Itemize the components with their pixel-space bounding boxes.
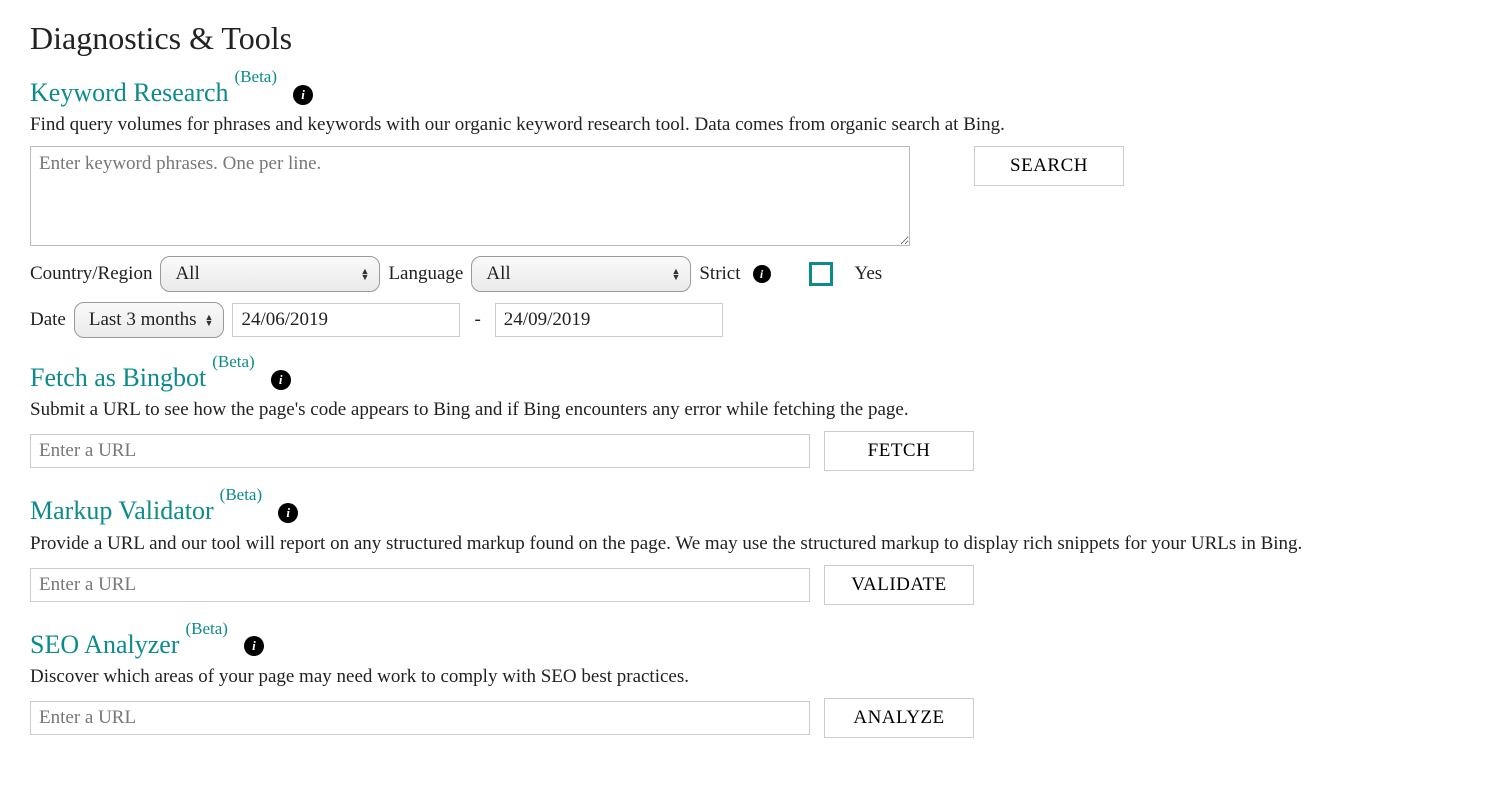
info-icon[interactable]: i: [271, 370, 291, 390]
date-range-dash: -: [468, 309, 486, 331]
stepper-icon: ▲▼: [361, 268, 370, 280]
stepper-icon: ▲▼: [671, 268, 680, 280]
fetch-bingbot-title[interactable]: Fetch as Bingbot: [30, 362, 206, 393]
keyword-research-desc: Find query volumes for phrases and keywo…: [30, 114, 1470, 136]
date-range-select[interactable]: Last 3 months ▲▼: [74, 302, 225, 338]
validate-button[interactable]: VALIDATE: [824, 565, 974, 605]
beta-badge: (Beta): [220, 485, 262, 505]
date-range-value: Last 3 months: [89, 309, 197, 331]
fetch-button[interactable]: FETCH: [824, 431, 974, 471]
fetch-url-input[interactable]: [30, 434, 810, 468]
section-seo-analyzer: SEO Analyzer (Beta) i Discover which are…: [30, 629, 1470, 738]
date-label: Date: [30, 309, 66, 331]
info-icon[interactable]: i: [293, 85, 313, 105]
info-icon[interactable]: i: [244, 636, 264, 656]
section-fetch-bingbot: Fetch as Bingbot (Beta) i Submit a URL t…: [30, 362, 1470, 471]
seo-analyzer-title[interactable]: SEO Analyzer: [30, 629, 179, 660]
language-select[interactable]: All ▲▼: [471, 256, 691, 292]
section-markup-validator: Markup Validator (Beta) i Provide a URL …: [30, 495, 1470, 604]
beta-badge: (Beta): [185, 619, 227, 639]
language-value: All: [486, 263, 510, 285]
strict-label: Strict: [699, 263, 740, 285]
keyword-research-title[interactable]: Keyword Research: [30, 77, 229, 108]
analyze-url-input[interactable]: [30, 701, 810, 735]
beta-badge: (Beta): [212, 352, 254, 372]
keyword-phrases-input[interactable]: [30, 146, 910, 246]
strict-checkbox[interactable]: [809, 262, 833, 286]
language-label: Language: [388, 263, 463, 285]
markup-validator-title[interactable]: Markup Validator: [30, 495, 214, 526]
strict-yes-label: Yes: [855, 263, 883, 285]
page-title: Diagnostics & Tools: [30, 20, 1470, 57]
date-from-input[interactable]: [232, 303, 460, 337]
stepper-icon: ▲▼: [205, 314, 214, 326]
country-region-select[interactable]: All ▲▼: [160, 256, 380, 292]
info-icon[interactable]: i: [753, 265, 771, 283]
analyze-button[interactable]: ANALYZE: [824, 698, 974, 738]
search-button[interactable]: SEARCH: [974, 146, 1124, 186]
info-icon[interactable]: i: [278, 503, 298, 523]
markup-validator-desc: Provide a URL and our tool will report o…: [30, 533, 1470, 555]
validate-url-input[interactable]: [30, 568, 810, 602]
date-to-input[interactable]: [495, 303, 723, 337]
fetch-bingbot-desc: Submit a URL to see how the page's code …: [30, 399, 1470, 421]
beta-badge: (Beta): [235, 67, 277, 87]
seo-analyzer-desc: Discover which areas of your page may ne…: [30, 666, 1470, 688]
section-keyword-research: Keyword Research (Beta) i Find query vol…: [30, 77, 1470, 338]
country-region-value: All: [175, 263, 199, 285]
country-region-label: Country/Region: [30, 263, 152, 285]
